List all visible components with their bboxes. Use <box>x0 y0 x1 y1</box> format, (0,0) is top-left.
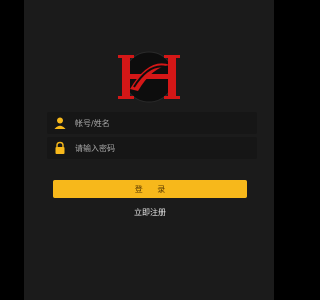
username-field[interactable] <box>47 112 257 134</box>
password-input[interactable] <box>75 139 245 157</box>
login-button[interactable]: 登 录 <box>53 180 247 198</box>
password-field[interactable] <box>47 137 257 159</box>
username-input[interactable] <box>75 114 245 132</box>
brand-logo <box>104 47 194 107</box>
user-icon <box>54 117 66 129</box>
lock-icon <box>55 141 65 154</box>
login-screen: 登 录 立即注册 <box>0 0 300 300</box>
register-link[interactable]: 立即注册 <box>0 207 300 218</box>
brand-h-logo-icon <box>118 51 180 103</box>
